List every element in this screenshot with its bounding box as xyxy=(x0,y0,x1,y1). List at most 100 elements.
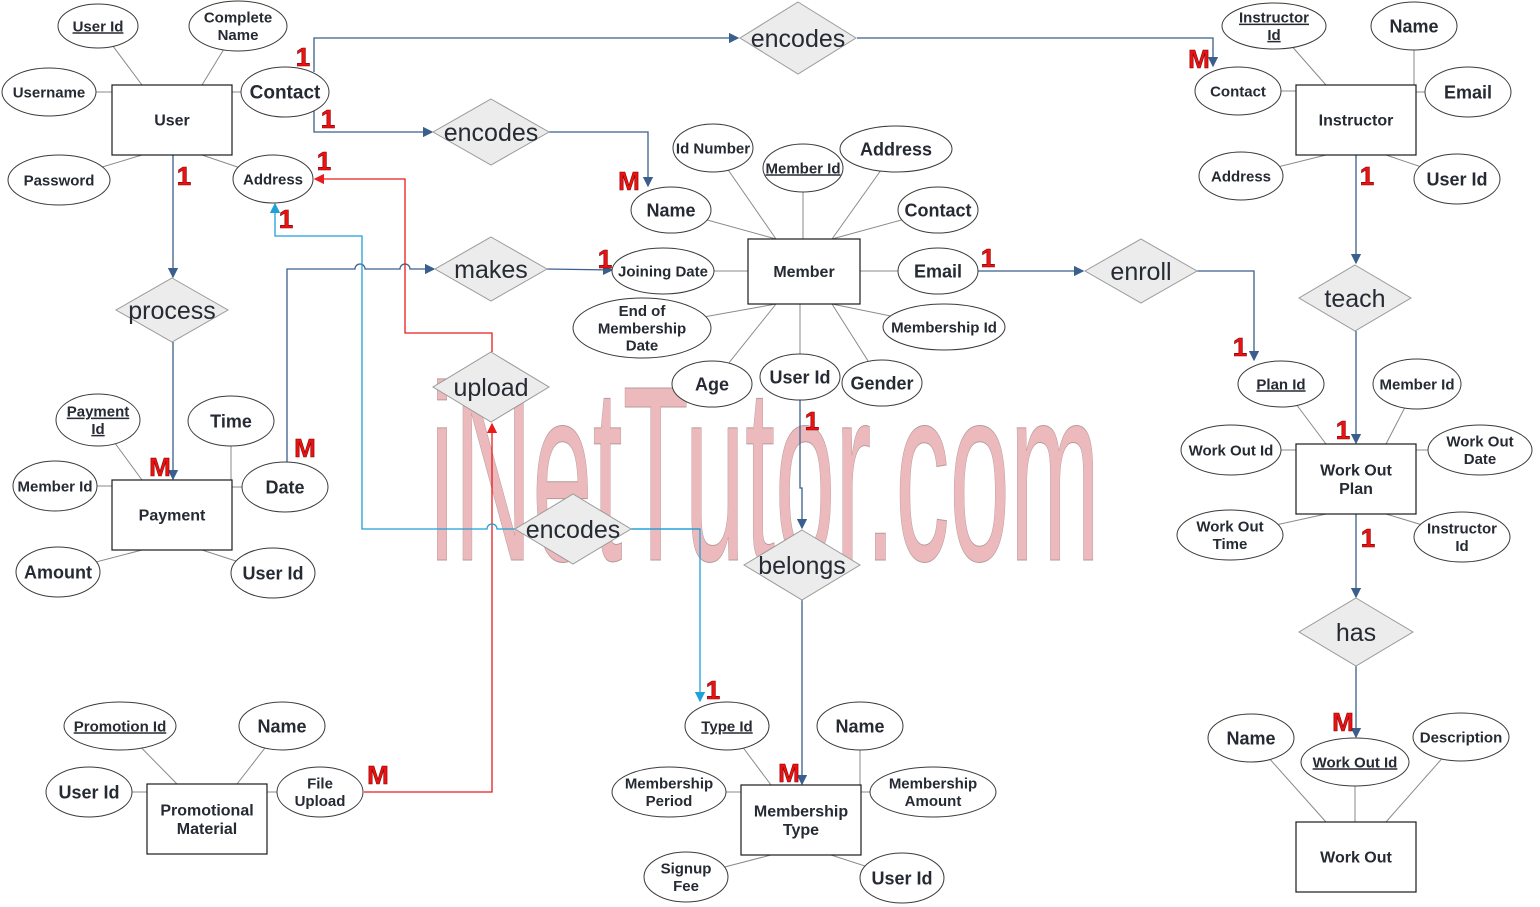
attribute-label: Email xyxy=(1444,82,1492,102)
attribute-label: User Id xyxy=(1426,169,1487,189)
attribute-user-contact[interactable]: Contact xyxy=(240,66,330,118)
attribute-mem-membershipid[interactable]: Membership Id xyxy=(882,303,1006,351)
attribute-label: Address xyxy=(243,171,303,188)
attribute-label: Username xyxy=(13,84,86,101)
cardinality-rel-encodes-instructor-from: 1 xyxy=(296,42,310,72)
attribute-wop-time[interactable]: Work OutTime xyxy=(1176,509,1284,561)
attribute-mt-typeid[interactable]: Type Id xyxy=(684,701,770,751)
attribute-pay-time[interactable]: Time xyxy=(187,395,275,447)
entity-promo[interactable]: Promotional Material xyxy=(146,783,268,855)
attribute-label-line: User Id xyxy=(769,367,830,387)
cardinality-rel-encodes-type-to: 1 xyxy=(706,675,720,705)
attribute-mem-name[interactable]: Name xyxy=(630,186,712,234)
attribute-mt-period[interactable]: MembershipPeriod xyxy=(611,766,727,818)
attribute-ins-name[interactable]: Name xyxy=(1370,1,1458,51)
attribute-label-line: Fee xyxy=(673,878,699,895)
attribute-pm-file[interactable]: FileUpload xyxy=(276,766,364,818)
attribute-mem-gender[interactable]: Gender xyxy=(841,359,923,407)
attribute-label-line: User Id xyxy=(871,868,932,888)
attribute-label-line: File xyxy=(307,776,333,793)
entity-label: User xyxy=(154,113,190,130)
attribute-pay-id[interactable]: PaymentId xyxy=(55,393,141,447)
attribute-label-line: User Id xyxy=(58,782,119,802)
attribute-pm-name[interactable]: Name xyxy=(238,701,326,751)
attribute-wop-workoutid[interactable]: Work Out Id xyxy=(1180,424,1282,476)
relationship-rel-encodes-member[interactable]: encodes xyxy=(431,98,551,166)
attribute-pay-amount[interactable]: Amount xyxy=(15,546,101,598)
attribute-pay-date[interactable]: Date xyxy=(241,461,329,513)
attribute-label-line: Complete xyxy=(204,10,272,27)
attribute-wo-desc[interactable]: Description xyxy=(1412,712,1510,762)
relationship-rel-enroll[interactable]: enroll xyxy=(1083,238,1199,304)
attribute-mt-name[interactable]: Name xyxy=(816,701,904,751)
attribute-user-address[interactable]: Address xyxy=(232,154,314,204)
entity-label-line: Promotional xyxy=(160,802,253,819)
attribute-mem-idnumber[interactable]: Id Number xyxy=(672,123,754,173)
er-diagram-canvas: iNetTutor.com User InstructorMemberPaymen… xyxy=(1,0,1533,904)
attribute-label-line: Period xyxy=(646,793,693,810)
attribute-ins-email[interactable]: Email xyxy=(1424,66,1512,118)
attribute-wop-memberid[interactable]: Member Id xyxy=(1372,358,1462,410)
attribute-ins-userid[interactable]: User Id xyxy=(1413,153,1501,205)
attribute-label-line: Amount xyxy=(24,562,92,582)
attribute-mem-email[interactable]: Email xyxy=(897,247,979,295)
primary-key-label-line: Id xyxy=(1267,27,1280,44)
attribute-wo-name[interactable]: Name xyxy=(1207,713,1295,763)
attribute-ins-address[interactable]: Address xyxy=(1198,151,1284,201)
entity-label-line: Material xyxy=(177,821,237,838)
entity-member[interactable]: Member xyxy=(747,238,861,305)
entity-workoutplan[interactable]: Work Out Plan xyxy=(1295,443,1417,515)
attribute-mt-fee[interactable]: SignupFee xyxy=(643,851,729,903)
relationship-rel-has[interactable]: has xyxy=(1298,597,1414,667)
attribute-wo-id[interactable]: Work Out Id xyxy=(1300,737,1410,787)
entity-user[interactable]: User xyxy=(111,84,233,156)
relationship-rel-makes[interactable]: makes xyxy=(433,236,549,302)
attribute-label: Name xyxy=(835,716,884,736)
entity-payment[interactable]: Payment xyxy=(111,479,233,551)
attribute-mt-amount[interactable]: MembershipAmount xyxy=(869,766,997,818)
attribute-mt-userid[interactable]: User Id xyxy=(859,852,945,904)
entity-workout[interactable]: Work Out xyxy=(1295,821,1417,893)
attribute-wop-date[interactable]: Work OutDate xyxy=(1427,424,1533,476)
attribute-pay-userid[interactable]: User Id xyxy=(230,547,316,599)
attribute-label-line: Time xyxy=(1213,536,1248,553)
relationship-rel-encodes-instructor[interactable]: encodes xyxy=(739,1,857,75)
attribute-user-username[interactable]: Username xyxy=(1,67,97,117)
cardinality-rel-encodes-member-to: M xyxy=(618,166,640,196)
attribute-mem-end[interactable]: End ofMembershipDate xyxy=(572,297,712,359)
link-contact-to-encodes xyxy=(313,32,740,72)
attribute-pm-id[interactable]: Promotion Id xyxy=(63,701,177,751)
attribute-label-line: Description xyxy=(1420,729,1503,746)
relationship-label: belongs xyxy=(758,552,846,580)
attribute-user-completename[interactable]: CompleteName xyxy=(188,0,288,52)
attribute-label: User Id xyxy=(58,782,119,802)
attribute-mem-memberid[interactable]: Member Id xyxy=(762,143,844,193)
relationship-rel-process[interactable]: process xyxy=(114,277,230,343)
attribute-label-line: Membership xyxy=(598,320,686,337)
attribute-user-userid[interactable]: User Id xyxy=(57,3,139,49)
relationship-label: makes xyxy=(454,256,528,284)
attribute-user-password[interactable]: Password xyxy=(7,154,111,206)
relationship-label: enroll xyxy=(1110,258,1171,286)
attribute-ins-contact[interactable]: Contact xyxy=(1194,66,1282,116)
primary-key-label-line: Promotion Id xyxy=(74,718,167,735)
attribute-pay-memberid[interactable]: Member Id xyxy=(12,460,98,512)
attribute-label-line: Name xyxy=(646,200,695,220)
attribute-mem-age[interactable]: Age xyxy=(671,360,753,408)
attribute-wop-planid[interactable]: Plan Id xyxy=(1237,360,1325,408)
attribute-wop-instructorid[interactable]: InstructorId xyxy=(1413,511,1511,563)
relationship-label: upload xyxy=(453,374,528,402)
entity-instructor[interactable]: Instructor xyxy=(1295,84,1417,156)
attribute-pm-userid[interactable]: User Id xyxy=(45,766,133,818)
relationship-rel-teach[interactable]: teach xyxy=(1298,264,1412,332)
attribute-mem-address[interactable]: Address xyxy=(839,125,953,173)
attribute-mem-contact[interactable]: Contact xyxy=(897,186,979,234)
attribute-mem-userid[interactable]: User Id xyxy=(759,353,841,401)
attribute-ins-id[interactable]: InstructorId xyxy=(1221,2,1327,50)
attribute-mem-joining[interactable]: Joining Date xyxy=(611,247,715,295)
attribute-label-line: Contact xyxy=(1210,83,1266,100)
entity-mtype[interactable]: Membership Type xyxy=(740,784,862,856)
relationship-label: process xyxy=(128,297,216,325)
attribute-label: Joining Date xyxy=(618,263,708,280)
attribute-label-line: Member Id xyxy=(1379,376,1454,393)
